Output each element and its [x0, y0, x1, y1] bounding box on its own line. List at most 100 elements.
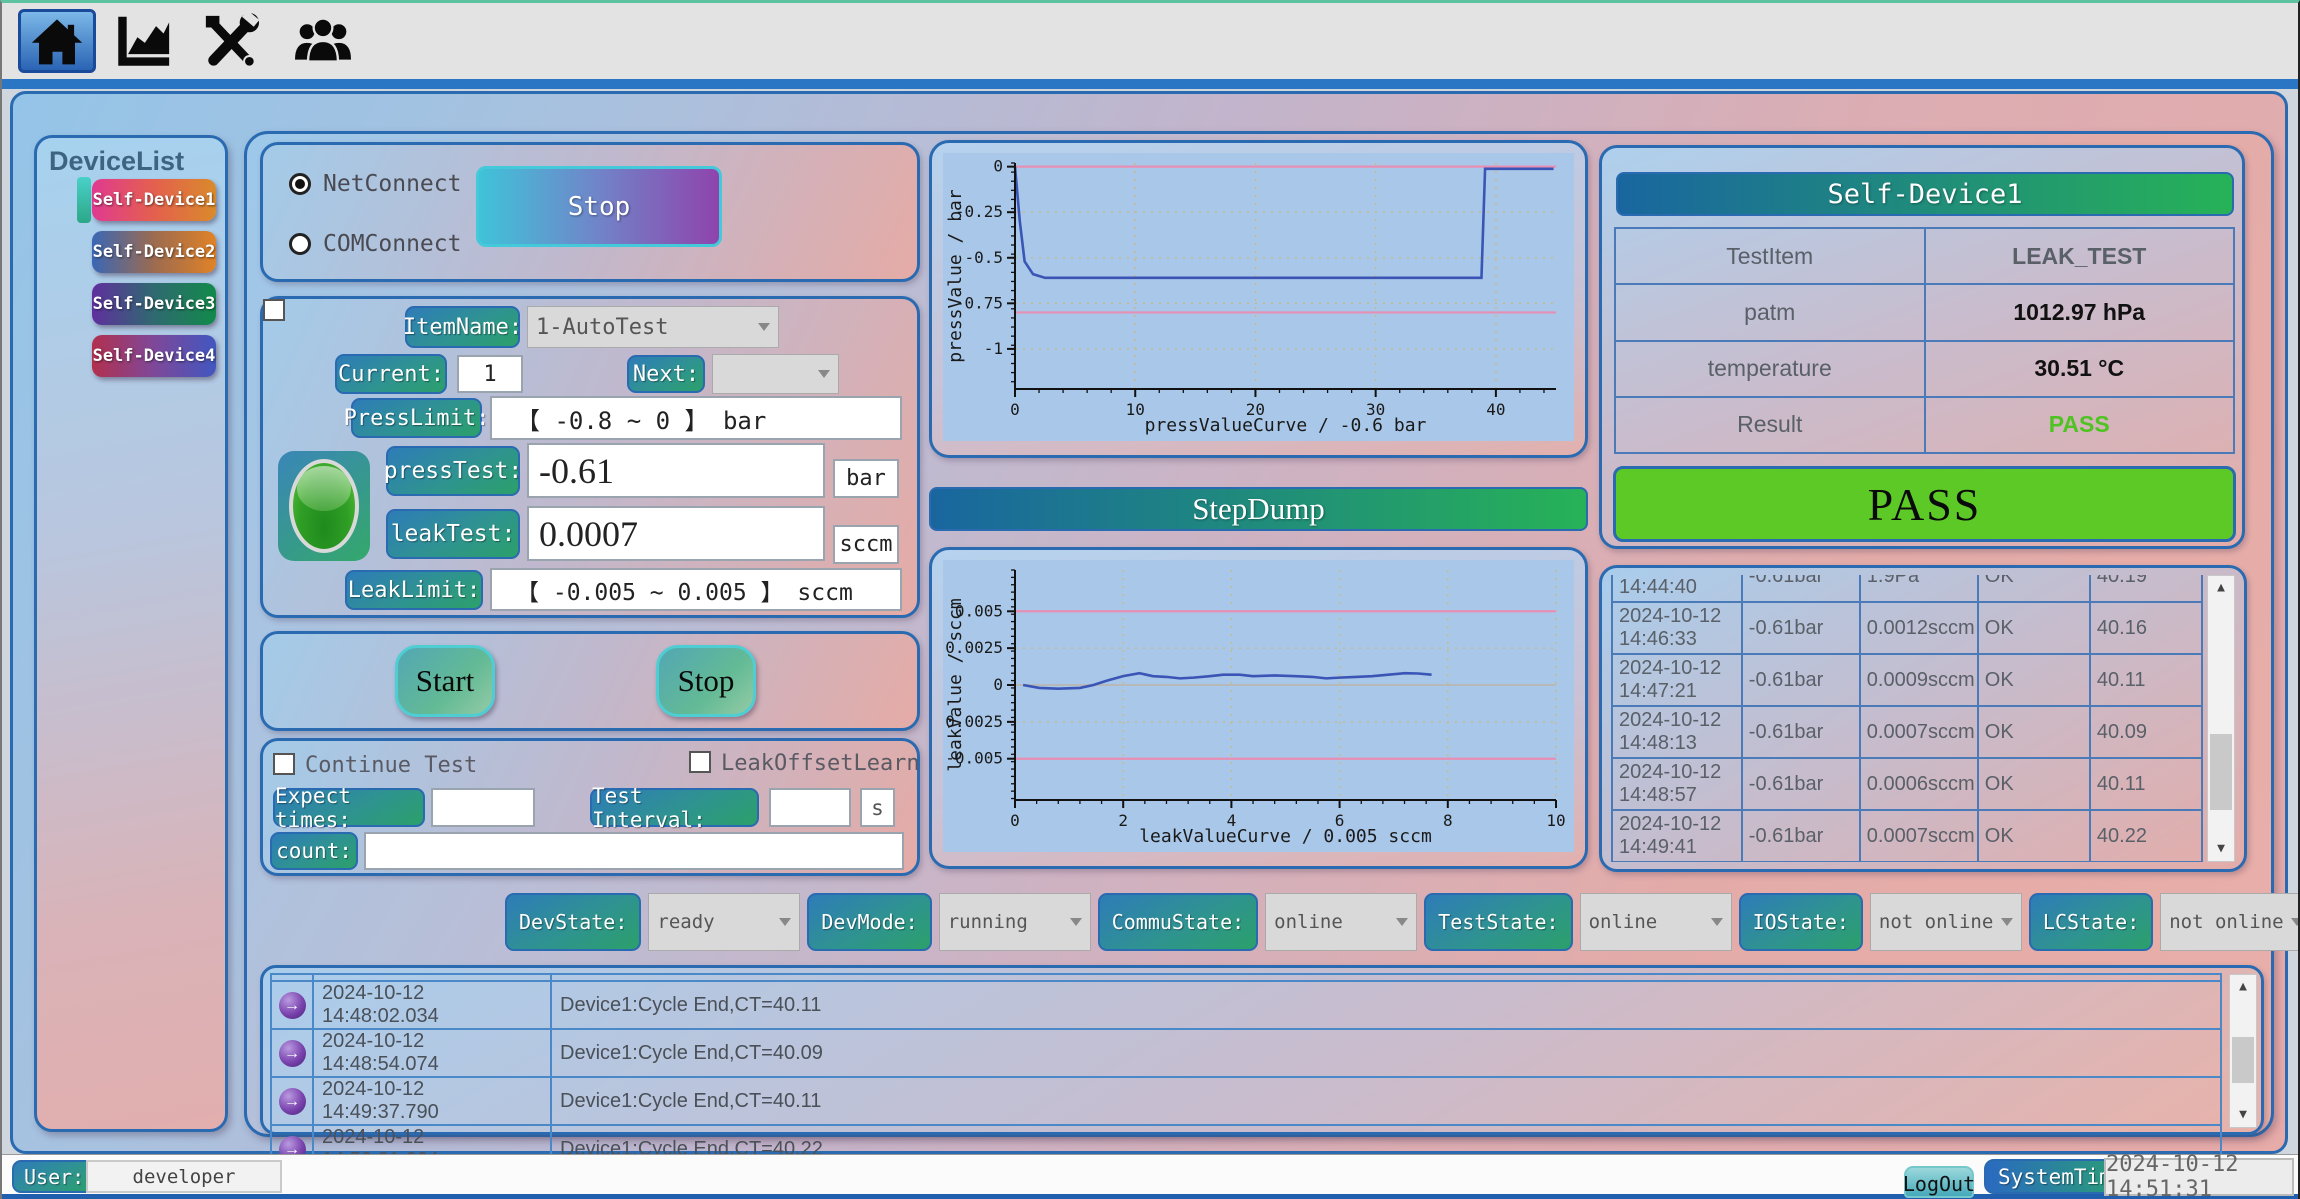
result-cell: 40.16	[2090, 602, 2202, 654]
presstest-label: pressTest:	[386, 446, 520, 496]
main-frame: DeviceList Self-Device1Self-Device2Self-…	[10, 91, 2288, 1154]
device-button[interactable]: Self-Device1	[92, 179, 216, 221]
results-table: 2024-10-1214:44:40-0.61bar1.9PaOK40.1920…	[1611, 575, 2203, 862]
log-message: Device1:Cycle End,CT=40.11	[551, 1077, 2221, 1125]
state-value: not online	[2169, 911, 2283, 933]
state-dropdown[interactable]: online	[1580, 893, 1732, 951]
log-time: 2024-10-12 14:48:02.034	[313, 981, 551, 1029]
users-tab-button[interactable]	[284, 9, 362, 73]
table-row: patm1012.97 hPa	[1615, 284, 2234, 340]
presslimit-value: 【 -0.8 ~ 0 】 bar	[490, 396, 902, 440]
current-input[interactable]	[457, 355, 523, 393]
leak-offset-checkbox[interactable]	[689, 751, 711, 773]
tools-icon	[200, 12, 262, 70]
state-dropdown[interactable]: running	[939, 893, 1091, 951]
table-row: 2024-10-1214:48:57-0.61bar0.0006sccmOK40…	[1612, 758, 2202, 810]
test-interval-input[interactable]	[769, 788, 851, 827]
state-label: TestState:	[1424, 893, 1572, 951]
states-row: DevState:readyDevMode:runningCommuState:…	[505, 891, 2300, 953]
result-cell: 0.0012sccm	[1860, 602, 1978, 654]
device-button[interactable]: Self-Device2	[92, 231, 216, 273]
arrow-right-icon[interactable]: →	[279, 1040, 306, 1067]
scroll-down-icon[interactable]: ▼	[2208, 837, 2234, 861]
stop-button[interactable]: Stop	[656, 645, 756, 717]
stepdump-header[interactable]: StepDump	[929, 487, 1588, 531]
result-cell: 40.19	[2090, 575, 2202, 602]
result-cell: -0.61bar	[1742, 706, 1860, 758]
state-dropdown[interactable]: ready	[648, 893, 800, 951]
press-chart-panel: 0-0.25-0.5-0.75-1010203040pressValueCurv…	[929, 140, 1588, 458]
device-button[interactable]: Self-Device3	[92, 283, 216, 325]
result-cell: -0.61bar	[1742, 575, 1860, 602]
log-message: Device1:Cycle End,CT=40.11	[551, 981, 2221, 1029]
state-value: ready	[657, 911, 714, 933]
state-label: CommuState:	[1098, 893, 1258, 951]
logout-button[interactable]: LogOut	[1904, 1166, 1974, 1198]
result-cell: 1.9Pa	[1860, 575, 1978, 602]
expect-times-input[interactable]	[431, 788, 535, 827]
arrow-right-icon[interactable]: →	[279, 992, 306, 1019]
netconnect-label: NetConnect	[323, 171, 461, 197]
device-summary-title: Self-Device1	[1616, 172, 2234, 216]
svg-text:40: 40	[1486, 400, 1505, 419]
log-scroll-thumb[interactable]	[2232, 1037, 2254, 1083]
results-table-viewport: 2024-10-1214:44:40-0.61bar1.9PaOK40.1920…	[1611, 575, 2203, 862]
systemtime-value: 2024-10-12 14:51:31	[2104, 1158, 2294, 1196]
summary-key: patm	[1615, 284, 1925, 340]
toolbar-divider	[2, 79, 2300, 89]
connection-stop-button[interactable]: Stop	[476, 166, 722, 247]
connect-group: NetConnect COMConnect Stop	[260, 142, 920, 282]
user-input[interactable]	[86, 1160, 282, 1193]
chart-tab-button[interactable]	[104, 9, 182, 73]
log-row: → 2024-10-12 14:48:02.034Device1:Cycle En…	[271, 981, 2221, 1029]
table-row: 2024-10-1214:47:21-0.61bar0.0009sccmOK40…	[1612, 654, 2202, 706]
scroll-down-icon[interactable]: ▼	[2230, 1103, 2256, 1127]
scroll-up-icon[interactable]: ▲	[2208, 576, 2234, 600]
results-scroll-thumb[interactable]	[2210, 734, 2232, 810]
svg-text:0: 0	[1010, 811, 1020, 830]
scroll-up-icon[interactable]: ▲	[2230, 975, 2256, 999]
chevron-down-icon	[818, 370, 830, 378]
log-scrollbar[interactable]: ▲ ▼	[2229, 974, 2257, 1128]
device-list-panel: DeviceList Self-Device1Self-Device2Self-…	[34, 135, 228, 1132]
result-cell: 2024-10-1214:49:41	[1612, 810, 1742, 862]
test-interval-label: Test Interval:	[590, 788, 759, 827]
continue-test-checkbox[interactable]	[273, 753, 295, 775]
state-dropdown[interactable]: online	[1265, 893, 1417, 951]
itemname-dropdown[interactable]: 1-AutoTest	[527, 306, 779, 348]
summary-value: LEAK_TEST	[1925, 228, 2235, 284]
leak-value-chart: 0.0050.00250-0.0025-0.0050246810leakValu…	[943, 560, 1574, 852]
next-checkbox[interactable]	[263, 299, 285, 321]
svg-text:10: 10	[1126, 400, 1145, 419]
device-summary-panel: Self-Device1 TestItemLEAK_TESTpatm1012.9…	[1599, 145, 2245, 549]
results-history-panel: 2024-10-1214:44:40-0.61bar1.9PaOK40.1920…	[1599, 565, 2247, 872]
device-summary-table: TestItemLEAK_TESTpatm1012.97 hPatemperat…	[1614, 227, 2235, 454]
item-group: ItemName: 1-AutoTest Current: Next: Pres…	[260, 296, 920, 618]
result-cell: 40.11	[2090, 654, 2202, 706]
result-cell: -0.61bar	[1742, 810, 1860, 862]
start-button[interactable]: Start	[395, 645, 495, 717]
state-label: LCState:	[2029, 893, 2153, 951]
summary-value: 1012.97 hPa	[1925, 284, 2235, 340]
count-label: count:	[270, 832, 358, 870]
summary-key: Result	[1615, 397, 1925, 453]
state-dropdown[interactable]: not online	[1870, 893, 2022, 951]
tools-tab-button[interactable]	[192, 9, 270, 73]
home-tab-button[interactable]	[18, 9, 96, 73]
expect-times-label: Expect times:	[273, 788, 425, 827]
results-scrollbar[interactable]: ▲ ▼	[2207, 575, 2235, 862]
netconnect-radio[interactable]	[289, 173, 311, 195]
next-dropdown[interactable]	[712, 354, 839, 394]
svg-text:0: 0	[1010, 400, 1020, 419]
count-input[interactable]	[364, 832, 904, 870]
summary-key: TestItem	[1615, 228, 1925, 284]
state-value: running	[948, 911, 1028, 933]
state-dropdown[interactable]: not online	[2160, 893, 2300, 951]
comconnect-radio[interactable]	[289, 233, 311, 255]
state-label: DevState:	[505, 893, 641, 951]
chevron-down-icon	[2291, 918, 2300, 926]
chevron-down-icon	[779, 918, 791, 926]
arrow-right-icon[interactable]: →	[279, 1088, 306, 1115]
table-row: 2024-10-1214:46:33-0.61bar0.0012sccmOK40…	[1612, 602, 2202, 654]
device-button[interactable]: Self-Device4	[92, 335, 216, 377]
